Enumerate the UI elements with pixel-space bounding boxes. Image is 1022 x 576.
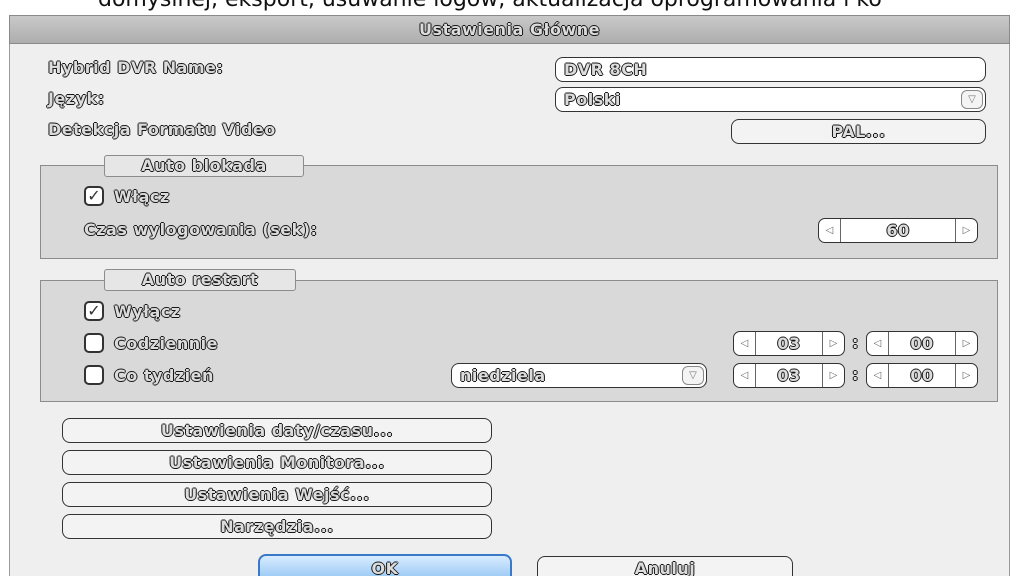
weekly-minute-spinner[interactable]: ◁ 00 ▷ bbox=[866, 363, 978, 388]
language-select[interactable]: Polski ▽ bbox=[555, 87, 986, 112]
cancel-button[interactable]: Anuluj bbox=[537, 556, 793, 576]
restart-daily-checkbox[interactable] bbox=[84, 333, 104, 353]
time-separator: : bbox=[852, 333, 859, 352]
auto-lock-group: ✓ Włącz Czas wylogowania (sek): ◁ 60 ▷ bbox=[40, 165, 998, 259]
weekly-day-value: niedziela bbox=[460, 366, 546, 385]
chevron-down-icon[interactable]: ▽ bbox=[961, 90, 983, 109]
restart-disable-checkbox[interactable]: ✓ bbox=[84, 301, 104, 321]
weekly-day-select[interactable]: niedziela ▽ bbox=[451, 363, 707, 388]
dialog-titlebar: Ustawienia Główne bbox=[9, 15, 1010, 44]
arrow-right-icon[interactable]: ▷ bbox=[955, 332, 977, 355]
restart-disable-label: Wyłącz bbox=[114, 302, 181, 321]
auto-restart-group: ✓ Wyłącz Codziennie ◁ 03 ▷ : ◁ 00 ▷ Co t… bbox=[40, 280, 998, 402]
daily-hour-value: 03 bbox=[777, 334, 801, 353]
main-settings-dialog: Hybrid DVR Name: DVR 8CH Język: Polski ▽… bbox=[9, 44, 1010, 576]
tools-button[interactable]: Narzędzia... bbox=[62, 514, 492, 539]
monitor-settings-button[interactable]: Ustawienia Monitora... bbox=[62, 450, 492, 475]
datetime-settings-button[interactable]: Ustawienia daty/czasu... bbox=[62, 418, 492, 443]
restart-weekly-checkbox[interactable] bbox=[84, 365, 104, 385]
dvr-name-value: DVR 8CH bbox=[564, 60, 648, 79]
logout-time-spinner[interactable]: ◁ 60 ▷ bbox=[818, 218, 978, 243]
video-format-button-label: PAL... bbox=[831, 122, 886, 141]
ok-label: OK bbox=[371, 559, 399, 576]
weekly-hour-value: 03 bbox=[777, 366, 801, 385]
language-label: Język: bbox=[48, 89, 105, 108]
monitor-settings-label: Ustawienia Monitora... bbox=[169, 453, 385, 472]
arrow-left-icon[interactable]: ◁ bbox=[734, 332, 756, 355]
arrow-left-icon[interactable]: ◁ bbox=[819, 219, 841, 242]
document-caption-text: domyślnej, eksport, usuwanie logów, aktu… bbox=[0, 0, 1022, 14]
arrow-left-icon[interactable]: ◁ bbox=[734, 364, 756, 387]
arrow-right-icon[interactable]: ▷ bbox=[822, 332, 844, 355]
dialog-title: Ustawienia Główne bbox=[419, 20, 600, 39]
video-format-label: Detekcja Formatu Video bbox=[48, 120, 276, 139]
cancel-label: Anuluj bbox=[634, 559, 696, 576]
auto-restart-legend: Auto restart bbox=[104, 269, 296, 291]
time-separator: : bbox=[852, 365, 859, 384]
daily-minute-value: 00 bbox=[910, 334, 934, 353]
dvr-name-label: Hybrid DVR Name: bbox=[48, 58, 224, 77]
language-value: Polski bbox=[564, 90, 621, 109]
chevron-down-icon[interactable]: ▽ bbox=[682, 366, 704, 385]
auto-lock-enable-checkbox[interactable]: ✓ bbox=[84, 186, 104, 206]
logout-time-label: Czas wylogowania (sek): bbox=[84, 220, 318, 239]
restart-daily-label: Codziennie bbox=[114, 334, 218, 353]
arrow-right-icon[interactable]: ▷ bbox=[822, 364, 844, 387]
tools-label: Narzędzia... bbox=[220, 517, 334, 536]
check-icon: ✓ bbox=[87, 301, 101, 320]
input-settings-button[interactable]: Ustawienia Wejść... bbox=[62, 482, 492, 507]
ok-button[interactable]: OK bbox=[258, 554, 512, 576]
arrow-right-icon[interactable]: ▷ bbox=[955, 219, 977, 242]
auto-lock-legend-text: Auto blokada bbox=[141, 156, 267, 175]
input-settings-label: Ustawienia Wejść... bbox=[184, 485, 370, 504]
datetime-settings-label: Ustawienia daty/czasu... bbox=[160, 421, 394, 440]
weekly-minute-value: 00 bbox=[910, 366, 934, 385]
dvr-name-field[interactable]: DVR 8CH bbox=[555, 57, 986, 82]
weekly-hour-spinner[interactable]: ◁ 03 ▷ bbox=[733, 363, 845, 388]
logout-time-value: 60 bbox=[886, 221, 910, 240]
arrow-left-icon[interactable]: ◁ bbox=[867, 332, 889, 355]
daily-minute-spinner[interactable]: ◁ 00 ▷ bbox=[866, 331, 978, 356]
auto-lock-enable-label: Włącz bbox=[114, 187, 170, 206]
arrow-left-icon[interactable]: ◁ bbox=[867, 364, 889, 387]
check-icon: ✓ bbox=[87, 186, 101, 205]
daily-hour-spinner[interactable]: ◁ 03 ▷ bbox=[733, 331, 845, 356]
arrow-right-icon[interactable]: ▷ bbox=[955, 364, 977, 387]
video-format-button[interactable]: PAL... bbox=[731, 119, 986, 144]
auto-restart-legend-text: Auto restart bbox=[141, 270, 259, 289]
restart-weekly-label: Co tydzień bbox=[114, 366, 214, 385]
auto-lock-legend: Auto blokada bbox=[104, 155, 304, 177]
